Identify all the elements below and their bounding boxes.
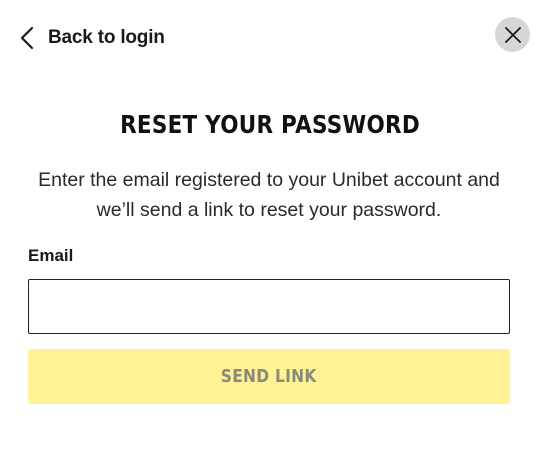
reset-password-dialog: Back to login RESET YOUR PASSWORD Enter … bbox=[0, 0, 540, 468]
page-title: RESET YOUR PASSWORD bbox=[120, 110, 420, 139]
close-icon bbox=[504, 26, 521, 43]
back-to-login-label: Back to login bbox=[48, 27, 165, 48]
send-link-label: SEND LINK bbox=[221, 366, 317, 387]
send-link-button[interactable]: SEND LINK bbox=[28, 349, 510, 404]
chevron-left-icon bbox=[20, 26, 34, 50]
instructions-text: Enter the email registered to your Unibe… bbox=[38, 169, 500, 221]
email-field[interactable] bbox=[28, 279, 510, 334]
back-to-login-link[interactable]: Back to login bbox=[19, 24, 165, 52]
close-button[interactable] bbox=[495, 17, 530, 52]
email-label: Email bbox=[28, 246, 74, 265]
